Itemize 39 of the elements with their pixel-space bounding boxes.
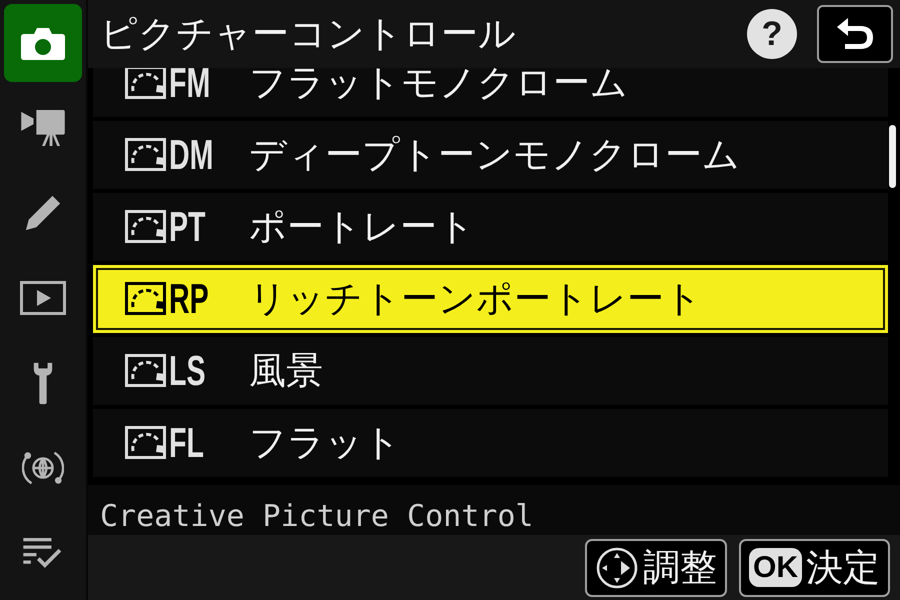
picture-control-icon [124, 138, 169, 172]
wrench-icon [32, 361, 54, 405]
list-item[interactable]: LS 風景 [93, 337, 888, 405]
dpad-icon [595, 546, 639, 590]
help-button[interactable]: ? [747, 9, 797, 59]
back-button[interactable] [817, 5, 893, 63]
picture-control-code: LS [169, 348, 206, 394]
picture-control-name: フラットモノクローム [249, 68, 628, 106]
movie-camera-icon [21, 110, 65, 146]
picture-control-icon [124, 210, 169, 244]
picture-control-icon [124, 68, 169, 100]
picture-control-name: フラット [249, 420, 401, 466]
picture-control-name: リッチトーンポートレート [249, 276, 702, 322]
picture-control-code: DM [169, 132, 214, 178]
footer-button[interactable]: OK 決定 [739, 538, 890, 596]
checklist-icon [23, 538, 63, 568]
menu-tab[interactable] [4, 4, 82, 82]
pencil-icon [24, 194, 62, 232]
picture-control-name: 風景 [249, 348, 323, 394]
list-item[interactable]: FL フラット [93, 409, 888, 477]
list-item[interactable]: RP リッチトーンポートレート [93, 265, 888, 333]
list-item[interactable]: DM ディープトーンモノクローム [93, 121, 888, 189]
playback-icon [20, 281, 66, 315]
list-item[interactable]: PT ポートレート [93, 193, 888, 261]
picture-control-icon [124, 354, 169, 388]
picture-control-code: PT [169, 204, 206, 250]
picture-control-icon [124, 282, 169, 316]
picture-control-code: FL [169, 420, 204, 466]
picture-control-name: ポートレート [249, 204, 475, 250]
scroll-indicator [889, 125, 896, 188]
screen-title: ピクチャーコントロール [100, 12, 517, 56]
ok-badge: OK [749, 548, 802, 587]
picture-control-name: ディープトーンモノクローム [249, 132, 740, 178]
return-arrow-icon [835, 17, 875, 51]
description-text: Creative Picture Control [100, 499, 534, 535]
camera-icon [21, 26, 65, 60]
picture-control-icon [124, 426, 169, 460]
footer-button[interactable]: 調整 [585, 538, 727, 596]
picture-control-code: RP [169, 276, 209, 322]
